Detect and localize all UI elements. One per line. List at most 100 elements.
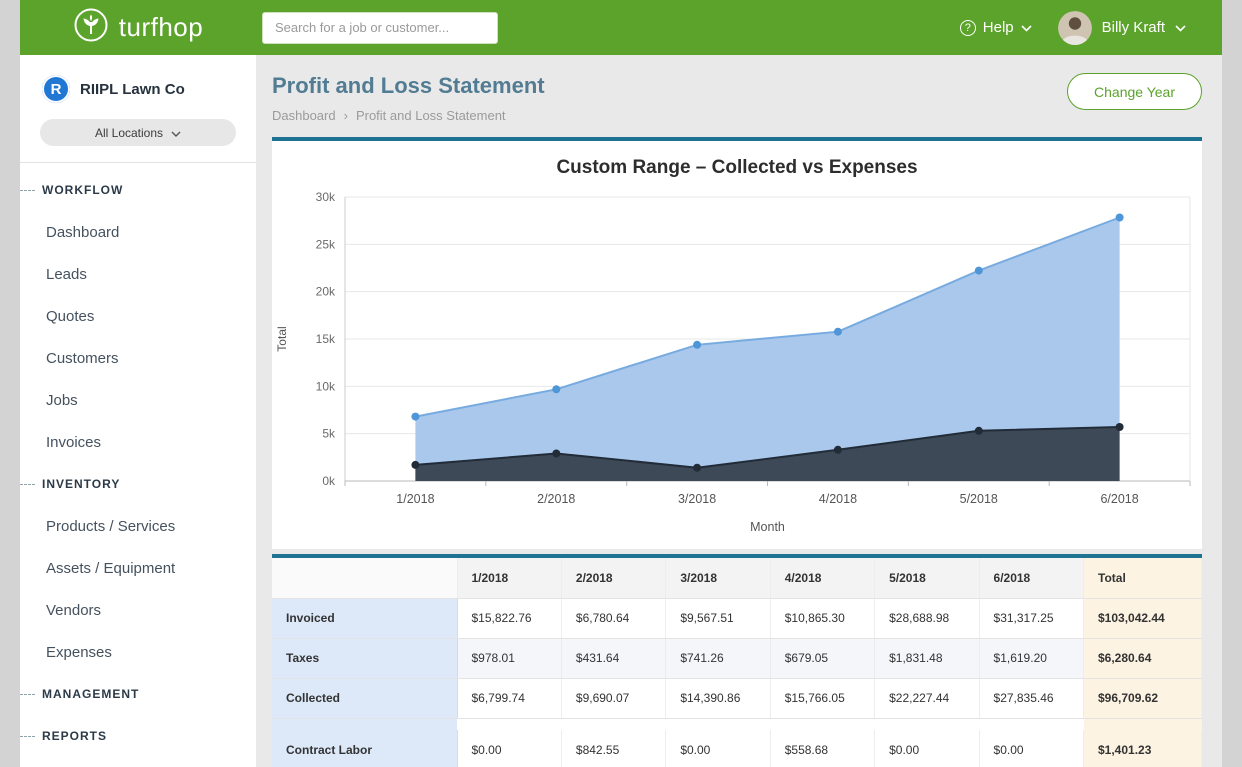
row-label: Collected bbox=[272, 678, 457, 718]
tree-dash-icon bbox=[20, 190, 35, 191]
section-label: WORKFLOW bbox=[42, 183, 123, 197]
topbar-right: ? Help Billy Kraft bbox=[960, 11, 1222, 45]
sidebar-section-workflow[interactable]: WORKFLOW bbox=[20, 169, 256, 211]
spacer-cell bbox=[457, 718, 561, 730]
cell-value: $9,690.07 bbox=[561, 678, 665, 718]
column-header: 4/2018 bbox=[770, 558, 874, 598]
cell-value: $6,799.74 bbox=[457, 678, 561, 718]
svg-text:3/2018: 3/2018 bbox=[678, 492, 716, 506]
sidebar-nav: WORKFLOW DashboardLeadsQuotesCustomersJob… bbox=[20, 163, 256, 767]
pl-table: 1/20182/20183/20184/20185/20186/2018Tota… bbox=[272, 558, 1202, 767]
row-label: Taxes bbox=[272, 638, 457, 678]
svg-text:4/2018: 4/2018 bbox=[819, 492, 857, 506]
cell-value: $558.68 bbox=[770, 730, 874, 767]
chart-title: Custom Range – Collected vs Expenses bbox=[272, 141, 1202, 179]
svg-text:Total: Total bbox=[275, 326, 289, 351]
tree-dash-icon bbox=[20, 736, 35, 737]
logo-text: turfhop bbox=[119, 12, 203, 43]
breadcrumb-separator-icon: › bbox=[344, 108, 348, 123]
column-header: 2/2018 bbox=[561, 558, 665, 598]
svg-text:25k: 25k bbox=[316, 237, 336, 251]
locations-dropdown[interactable]: All Locations bbox=[40, 119, 236, 146]
sidebar-item-invoices[interactable]: Invoices bbox=[20, 421, 256, 463]
logo[interactable]: turfhop bbox=[20, 7, 256, 48]
change-year-button[interactable]: Change Year bbox=[1067, 73, 1202, 110]
help-icon: ? bbox=[960, 20, 976, 36]
cell-value: $0.00 bbox=[666, 730, 770, 767]
cell-value: $6,780.64 bbox=[561, 598, 665, 638]
breadcrumb: Dashboard › Profit and Loss Statement bbox=[272, 108, 545, 123]
sidebar: R RIIPL Lawn Co All Locations WORKFLOW Da… bbox=[20, 55, 256, 767]
avatar bbox=[1058, 11, 1092, 45]
svg-text:0k: 0k bbox=[322, 474, 336, 488]
sidebar-item-expenses[interactable]: Expenses bbox=[20, 631, 256, 673]
cell-value: $0.00 bbox=[457, 730, 561, 767]
column-header: 6/2018 bbox=[979, 558, 1083, 598]
cell-value: $15,822.76 bbox=[457, 598, 561, 638]
chart-card: Custom Range – Collected vs Expenses 0k 5… bbox=[272, 137, 1202, 549]
row-total: $6,280.64 bbox=[1084, 638, 1202, 678]
table-row: Collected$6,799.74$9,690.07$14,390.86$15… bbox=[272, 678, 1202, 718]
tree-dash-icon bbox=[20, 484, 35, 485]
spacer-cell bbox=[770, 718, 874, 730]
cell-value: $22,227.44 bbox=[875, 678, 979, 718]
user-name: Billy Kraft bbox=[1102, 19, 1165, 36]
sidebar-item-leads[interactable]: Leads bbox=[20, 253, 256, 295]
sidebar-item-jobs[interactable]: Jobs bbox=[20, 379, 256, 421]
cell-value: $1,831.48 bbox=[875, 638, 979, 678]
sidebar-section-management[interactable]: MANAGEMENT bbox=[20, 673, 256, 715]
sidebar-item-products-services[interactable]: Products / Services bbox=[20, 505, 256, 547]
column-header: 5/2018 bbox=[875, 558, 979, 598]
cell-value: $0.00 bbox=[979, 730, 1083, 767]
column-header: Total bbox=[1084, 558, 1202, 598]
svg-text:20k: 20k bbox=[316, 285, 336, 299]
section-label: INVENTORY bbox=[42, 477, 120, 491]
pl-table-head-row: 1/20182/20183/20184/20185/20186/2018Tota… bbox=[272, 558, 1202, 598]
breadcrumb-current: Profit and Loss Statement bbox=[356, 108, 506, 123]
row-label: Contract Labor bbox=[272, 730, 457, 767]
row-total: $1,401.23 bbox=[1084, 730, 1202, 767]
search-input[interactable] bbox=[262, 12, 498, 44]
svg-text:5/2018: 5/2018 bbox=[960, 492, 998, 506]
sidebar-item-assets-equipment[interactable]: Assets / Equipment bbox=[20, 547, 256, 589]
breadcrumb-dashboard[interactable]: Dashboard bbox=[272, 108, 336, 123]
cell-value: $15,766.05 bbox=[770, 678, 874, 718]
cell-value: $431.64 bbox=[561, 638, 665, 678]
tree-dash-icon bbox=[20, 694, 35, 695]
table-row: Taxes$978.01$431.64$741.26$679.05$1,831.… bbox=[272, 638, 1202, 678]
svg-text:1/2018: 1/2018 bbox=[396, 492, 434, 506]
cell-value: $31,317.25 bbox=[979, 598, 1083, 638]
locations-label: All Locations bbox=[95, 126, 163, 140]
main-content: Profit and Loss Statement Dashboard › Pr… bbox=[256, 55, 1222, 767]
column-header-empty bbox=[272, 558, 457, 598]
cell-value: $1,619.20 bbox=[979, 638, 1083, 678]
company-header: R RIIPL Lawn Co bbox=[20, 55, 256, 115]
viewport: turfhop ? Help bbox=[0, 0, 1242, 767]
pl-chart[interactable]: 0k5k10k15k20k25k30k1/20182/20183/20184/2… bbox=[272, 181, 1202, 541]
sidebar-item-quotes[interactable]: Quotes bbox=[20, 295, 256, 337]
svg-text:6/2018: 6/2018 bbox=[1100, 492, 1138, 506]
column-header: 1/2018 bbox=[457, 558, 561, 598]
spacer-cell bbox=[875, 718, 979, 730]
user-menu[interactable]: Billy Kraft bbox=[1058, 11, 1186, 45]
section-label: REPORTS bbox=[42, 729, 107, 743]
table-card: 1/20182/20183/20184/20185/20186/2018Tota… bbox=[272, 554, 1202, 767]
sidebar-section-inventory[interactable]: INVENTORY bbox=[20, 463, 256, 505]
help-menu[interactable]: ? Help bbox=[960, 19, 1032, 36]
main-header: Profit and Loss Statement Dashboard › Pr… bbox=[272, 55, 1202, 123]
cell-value: $28,688.98 bbox=[875, 598, 979, 638]
sidebar-item-dashboard[interactable]: Dashboard bbox=[20, 211, 256, 253]
sidebar-section-super-admin[interactable]: SUPER ADMIN bbox=[20, 757, 256, 767]
company-name: RIIPL Lawn Co bbox=[80, 81, 185, 98]
pl-table-body: Invoiced$15,822.76$6,780.64$9,567.51$10,… bbox=[272, 598, 1202, 767]
spacer-cell bbox=[666, 718, 770, 730]
sidebar-item-vendors[interactable]: Vendors bbox=[20, 589, 256, 631]
company-logo: R bbox=[42, 75, 70, 103]
section-label: MANAGEMENT bbox=[42, 687, 139, 701]
help-label: Help bbox=[983, 19, 1014, 36]
cell-value: $27,835.46 bbox=[979, 678, 1083, 718]
sidebar-item-customers[interactable]: Customers bbox=[20, 337, 256, 379]
cell-value: $978.01 bbox=[457, 638, 561, 678]
cell-value: $14,390.86 bbox=[666, 678, 770, 718]
sidebar-section-reports[interactable]: REPORTS bbox=[20, 715, 256, 757]
